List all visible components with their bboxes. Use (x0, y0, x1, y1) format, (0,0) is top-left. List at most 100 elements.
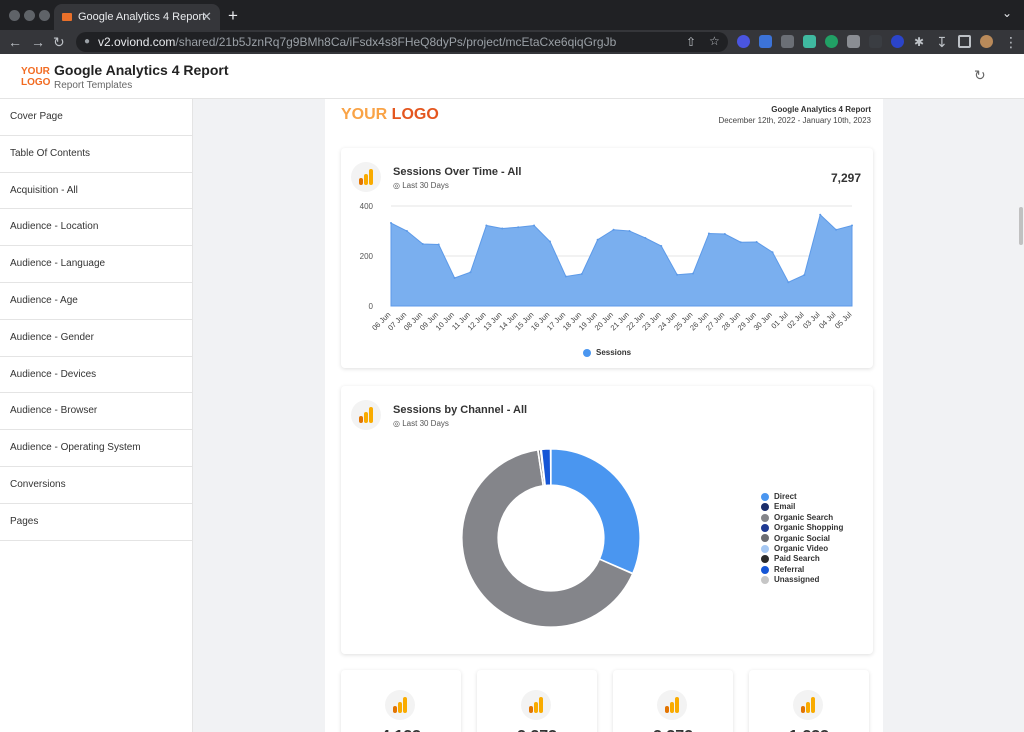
sessions-data-point (692, 272, 695, 275)
legend-item-organic-search[interactable]: Organic Search (761, 513, 843, 523)
sidebar-item-pages[interactable]: Pages (0, 504, 192, 541)
legend-item-direct[interactable]: Direct (761, 492, 843, 502)
x-tick-label: 02 Jul (785, 310, 806, 331)
sidebar-panel-icon[interactable] (958, 35, 971, 48)
x-tick-label: 04 Jul (817, 310, 838, 331)
legend-item-organic-shopping[interactable]: Organic Shopping (761, 523, 843, 533)
extension-3-icon[interactable] (803, 35, 816, 48)
sidebar-item-audience-gender[interactable]: Audience - Gender (0, 320, 192, 357)
sessions-data-point (851, 224, 853, 227)
tab-title: Google Analytics 4 Report (78, 11, 206, 23)
stat-card: 4,123 (341, 670, 461, 732)
extension-1-icon[interactable] (737, 35, 750, 48)
sessions-data-point (390, 222, 392, 224)
sidebar-item-conversions[interactable]: Conversions (0, 467, 192, 504)
slice-unassigned (549, 448, 552, 486)
sessions-data-point (787, 281, 790, 284)
legend-item-email[interactable]: Email (761, 502, 843, 512)
report-logo-logo: LOGO (391, 106, 439, 123)
scrollbar-thumb[interactable] (1019, 207, 1023, 245)
sidebar-item-table-of-contents[interactable]: Table Of Contents (0, 136, 192, 173)
forward-arrow-icon[interactable]: → (31, 33, 45, 51)
sessions-data-point (548, 240, 551, 243)
legend-item-referral[interactable]: Referral (761, 565, 843, 575)
sessions-data-point (771, 251, 774, 254)
browser-toolbar: ← → ↻ ● v2.oviond.com/shared/21b5JznRq7g… (0, 30, 1024, 54)
sidebar-item-cover-page[interactable]: Cover Page (0, 99, 192, 136)
extension-5-icon[interactable] (891, 35, 904, 48)
sidebar-item-audience-age[interactable]: Audience - Age (0, 283, 192, 320)
sessions-series-area (390, 213, 853, 307)
sessions-legend-dot (583, 348, 591, 357)
browser-menu-icon[interactable]: ⋮ (1004, 33, 1018, 51)
sessions-data-point (453, 277, 456, 279)
stat-value: 4,123 (341, 728, 461, 732)
download-icon[interactable]: ↧ (936, 33, 948, 51)
zoom-window-dot[interactable] (39, 10, 50, 21)
sessions-data-point (723, 233, 726, 235)
sessions-legend: Sessions (583, 348, 631, 357)
extension-4-icon[interactable] (869, 35, 882, 48)
extension-2-icon[interactable] (759, 35, 772, 48)
legend-label: Email (774, 502, 796, 512)
legend-item-organic-video[interactable]: Organic Video (761, 544, 843, 554)
url-host: v2.oviond.com (98, 35, 176, 49)
header-logo: YOUR LOGO (21, 66, 50, 88)
sessions-data-point (660, 245, 663, 247)
legend-dot (761, 524, 769, 533)
sidebar-item-audience-browser[interactable]: Audience - Browser (0, 393, 192, 431)
share-icon[interactable]: ⇧ (686, 34, 696, 50)
page-subtitle: Report Templates (54, 80, 133, 91)
sidebar-item-audience-operating-system[interactable]: Audience - Operating System (0, 430, 192, 467)
sessions-by-channel-card: Sessions by Channel - All ◎ Last 30 Days… (341, 386, 873, 654)
back-arrow-icon[interactable]: ← (8, 33, 22, 51)
google-analytics-icon (385, 690, 415, 720)
extensions-puzzle-icon[interactable]: ✱ (914, 33, 924, 51)
legend-label: Organic Social (774, 533, 831, 543)
legend-dot (761, 576, 769, 585)
legend-item-organic-social[interactable]: Organic Social (761, 534, 843, 544)
x-tick-label: 03 Jul (801, 310, 822, 331)
legend-label: Unassigned (774, 575, 820, 585)
close-window-dot[interactable] (9, 10, 20, 21)
sidebar-item-acquisition-all[interactable]: Acquisition - All (0, 173, 192, 210)
sessions-data-point (755, 241, 758, 243)
sidebar-item-audience-language[interactable]: Audience - Language (0, 246, 192, 283)
sessions-data-point (405, 230, 408, 232)
new-tab-button[interactable]: + (228, 6, 238, 26)
legend-item-unassigned[interactable]: Unassigned (761, 575, 843, 585)
sessions-data-point (596, 238, 599, 241)
sessions-data-point (835, 228, 838, 231)
profile-avatar[interactable] (980, 35, 993, 48)
minimize-window-dot[interactable] (24, 10, 35, 21)
y-tick-label: 0 (369, 302, 374, 311)
sessions-data-point (517, 226, 520, 229)
extension-code-icon[interactable] (781, 35, 794, 48)
legend-item-paid-search[interactable]: Paid Search (761, 554, 843, 564)
legend-dot (761, 544, 769, 553)
address-bar[interactable]: ● v2.oviond.com/shared/21b5JznRq7g9BMh8C… (76, 32, 728, 52)
browser-tab[interactable]: Google Analytics 4 Report ✕ (54, 4, 220, 30)
report-logo-your: YOUR (341, 106, 392, 123)
report-date-range: December 12th, 2022 - January 10th, 2023 (718, 116, 871, 125)
sessions-data-point (676, 273, 679, 276)
extension-grammarly-icon[interactable] (825, 35, 838, 48)
legend-label: Paid Search (774, 554, 820, 564)
google-analytics-icon (657, 690, 687, 720)
x-tick-label: 05 Jul (833, 310, 854, 331)
url-path: /shared/21b5JznRq7g9BMh8Ca/iFsdx4s8FHeQ8… (175, 35, 617, 49)
sessions-data-point (485, 224, 488, 227)
tab-close-icon[interactable]: ✕ (201, 4, 212, 30)
google-analytics-icon (521, 690, 551, 720)
report-logo: YOUR LOGO (341, 106, 439, 124)
sessions-data-point (612, 228, 615, 231)
sidebar-item-audience-location[interactable]: Audience - Location (0, 209, 192, 247)
sidebar-item-audience-devices[interactable]: Audience - Devices (0, 357, 192, 394)
legend-label: Organic Video (774, 543, 829, 553)
refresh-icon[interactable]: ↻ (974, 68, 988, 82)
extension-camera-icon[interactable] (847, 35, 860, 48)
reload-icon[interactable]: ↻ (53, 33, 65, 51)
tab-search-chevron-icon[interactable]: ⌄ (1002, 6, 1012, 20)
bookmark-star-icon[interactable]: ☆ (709, 33, 720, 49)
channel-legend: Direct Email Organic Search Organic Shoppin… (761, 492, 843, 586)
